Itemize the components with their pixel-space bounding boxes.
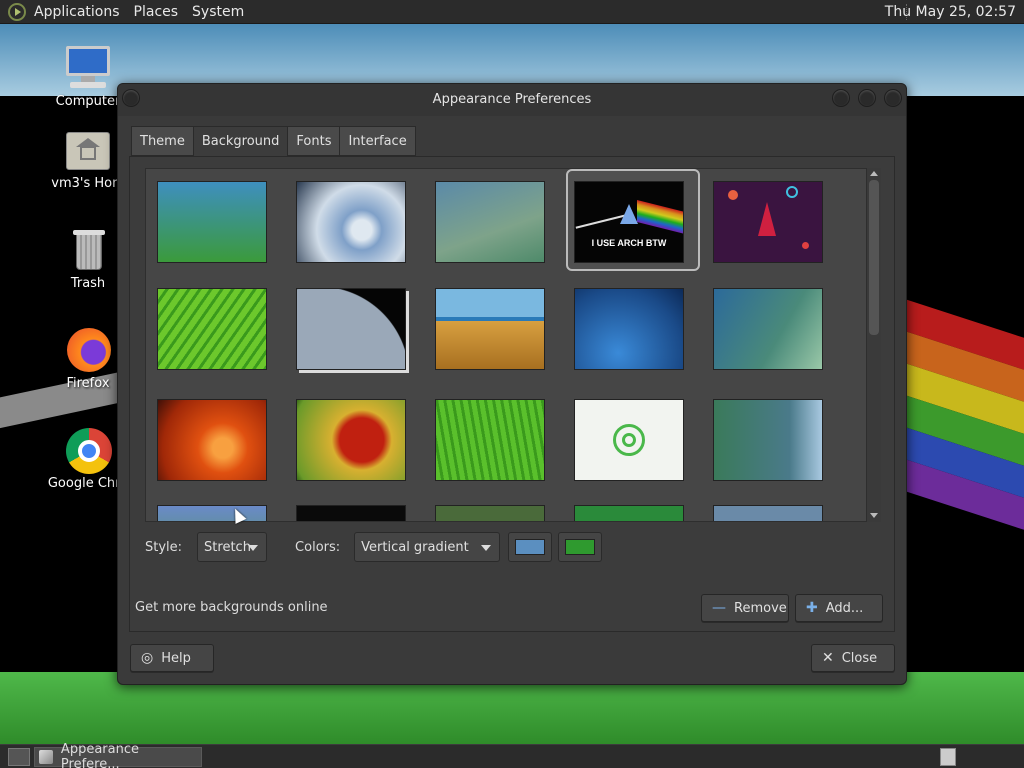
tab-interface[interactable]: Interface [339,126,416,156]
gallery-scrollbar[interactable] [867,168,881,522]
home-folder-icon [64,128,112,172]
appearance-preferences-window: Appearance Preferences Theme Background … [117,83,907,685]
chrome-icon [64,428,112,474]
wallpaper-thumbnail[interactable] [296,399,406,481]
wallpaper-thumbnail[interactable] [574,505,684,521]
tab-background[interactable]: Background [192,126,289,157]
wallpaper-thumbnail[interactable] [435,399,545,481]
wallpaper-thumbnail[interactable] [296,505,406,521]
help-button[interactable]: ◎ Help [130,644,214,672]
wallpaper-rainbow [890,294,1024,595]
wallpaper-thumbnail[interactable] [435,288,545,370]
wallpaper-thumbnail-selected[interactable]: I USE ARCH BTW [574,181,684,263]
close-window-button[interactable] [884,89,902,107]
colors-label: Colors: [295,539,341,555]
firefox-icon [64,328,112,372]
minimize-button[interactable] [832,89,850,107]
wallpaper-thumbnail[interactable] [713,399,823,481]
add-button-label: Add... [825,600,864,616]
primary-color-swatch [515,539,546,555]
secondary-color-swatch [565,539,596,555]
scroll-down-arrow-icon[interactable] [870,513,878,518]
distro-logo-icon[interactable] [8,2,26,21]
wallpaper-thumbnail[interactable] [296,181,406,263]
workspace-switcher[interactable] [940,748,956,766]
menu-places[interactable]: Places [134,4,179,20]
computer-icon [64,46,112,90]
colors-dropdown[interactable]: Vertical gradient [354,532,501,562]
background-tab-panel: I USE ARCH BTW Style: Stretch Colors: Ve… [129,156,895,632]
remove-button[interactable]: — Remove [701,594,789,622]
wallpaper-thumbnail[interactable] [574,399,684,481]
get-more-backgrounds-link[interactable]: Get more backgrounds online [135,600,328,615]
clock[interactable]: Thu May 25, 02:57 [885,4,1016,20]
background-options-row: Style: Stretch Colors: Vertical gradient [145,532,603,562]
close-button[interactable]: ✕ Close [811,644,895,672]
close-icon: ✕ [822,650,834,666]
wallpaper-thumbnail[interactable] [157,181,267,263]
taskbar-item-appearance[interactable]: Appearance Prefere... [34,742,202,768]
tab-theme[interactable]: Theme [131,126,194,156]
wallpaper-thumbnail[interactable] [435,505,545,521]
wallpaper-thumbnail[interactable] [713,288,823,370]
maximize-button[interactable] [858,89,876,107]
chevron-down-icon [248,545,259,551]
minus-icon: — [712,600,726,616]
help-button-label: Help [161,650,191,666]
bottom-panel: Appearance Prefere... [0,742,1024,768]
primary-color-button[interactable] [508,532,553,562]
wallpaper-thumbnail[interactable] [713,505,823,521]
wallpaper-caption: I USE ARCH BTW [591,238,667,248]
wallpaper-thumbnail[interactable] [713,181,823,263]
menu-system[interactable]: System [192,4,244,20]
scrollbar-thumb[interactable] [869,180,879,335]
plus-icon: ✚ [806,600,818,616]
help-lifebuoy-icon: ◎ [141,650,154,666]
wallpaper-thumbnail[interactable] [157,505,267,521]
wallpaper-thumbnail[interactable] [157,288,267,370]
remove-button-label: Remove [734,600,787,616]
window-title: Appearance Preferences [432,92,592,107]
chevron-down-icon [481,545,492,551]
add-button[interactable]: ✚ Add... [795,594,883,622]
scroll-up-arrow-icon[interactable] [870,171,878,176]
appearance-app-icon [39,749,53,764]
trash-icon [64,228,112,272]
style-dropdown[interactable]: Stretch [197,532,268,562]
wallpaper-gallery: I USE ARCH BTW [145,168,867,522]
title-bar[interactable]: Appearance Preferences [118,84,906,116]
style-value: Stretch [204,539,251,555]
secondary-color-button[interactable] [558,532,603,562]
style-label: Style: [145,539,183,555]
colors-value: Vertical gradient [361,539,469,555]
wallpaper-thumbnail[interactable] [157,399,267,481]
show-desktop-icon[interactable] [8,748,30,766]
wallpaper-thumbnail[interactable] [435,181,545,263]
wallpaper-thumbnail[interactable] [574,288,684,370]
close-button-label: Close [841,650,878,666]
tab-bar: Theme Background Fonts Interface [131,126,416,157]
tab-fonts[interactable]: Fonts [287,126,341,156]
taskbar-item-label: Appearance Prefere... [60,741,139,768]
wallpaper-thumbnail[interactable] [296,288,406,370]
top-panel: Applications Places System Thu May 25, 0… [0,0,1024,24]
menu-applications[interactable]: Applications [34,4,120,20]
